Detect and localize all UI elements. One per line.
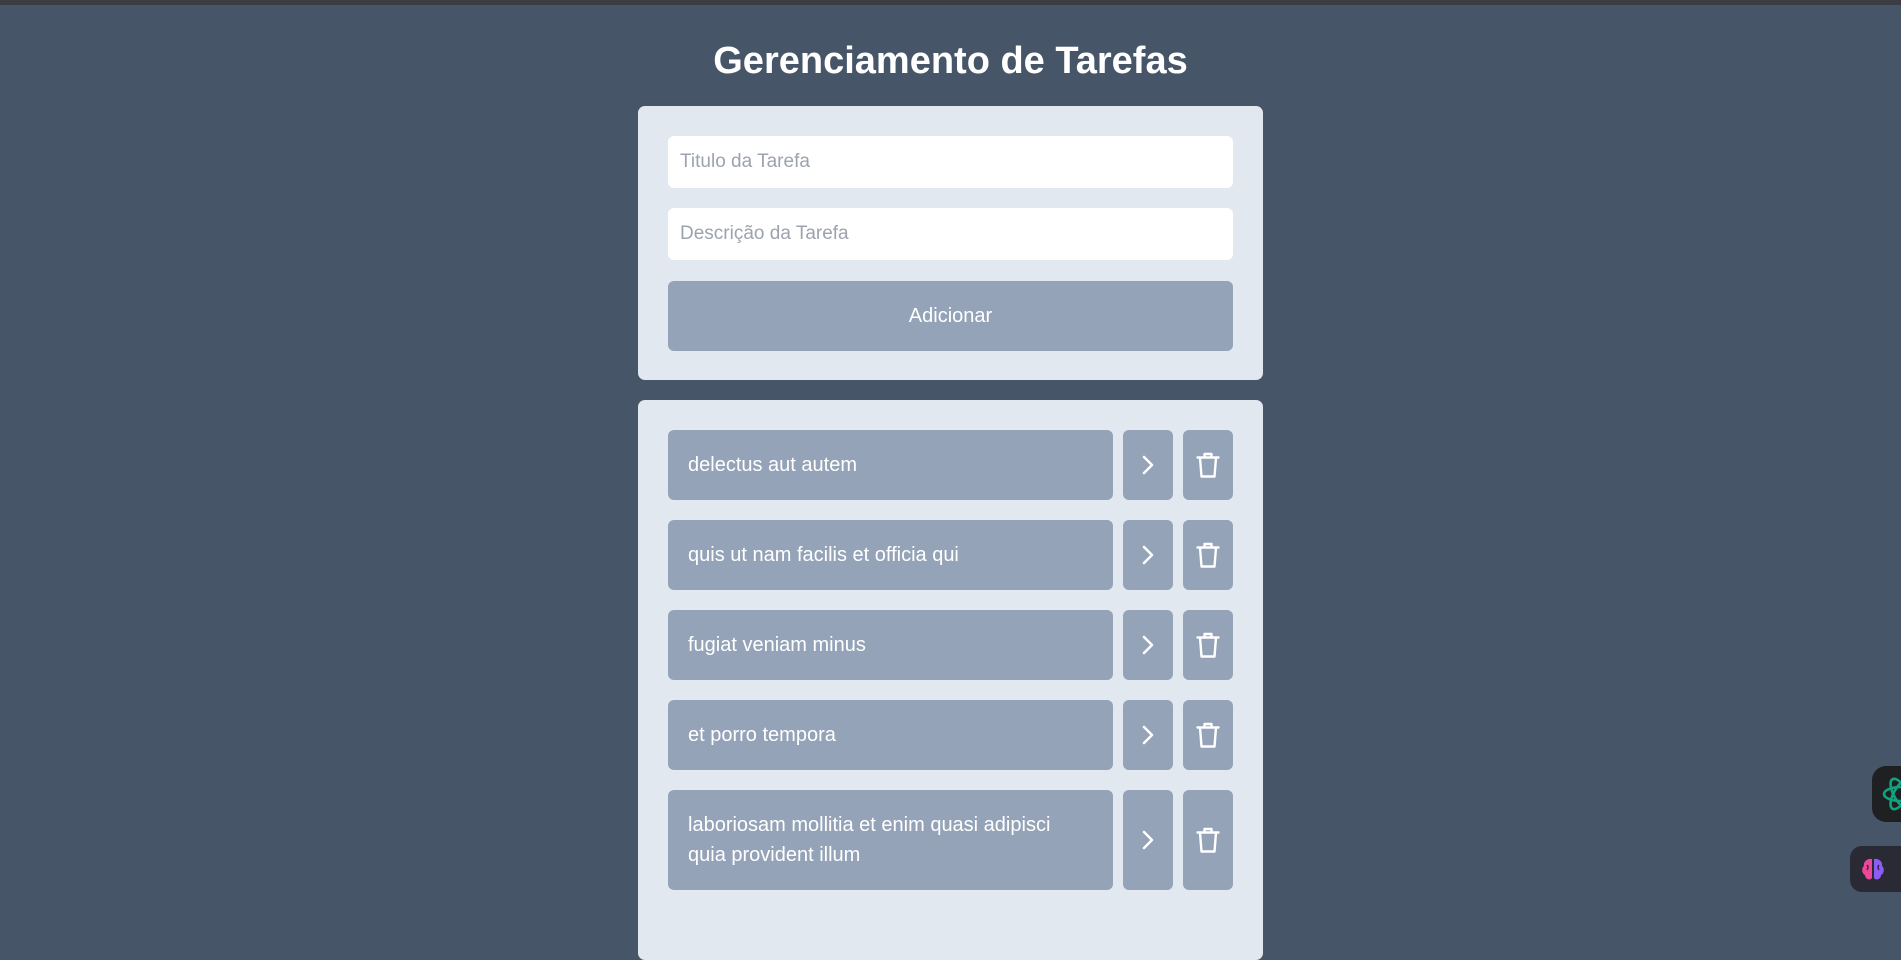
task-row: quis ut nam facilis et officia qui	[668, 520, 1233, 590]
task-row: et porro tempora	[668, 700, 1233, 770]
add-task-button[interactable]: Adicionar	[668, 281, 1233, 351]
trash-icon	[1196, 542, 1220, 568]
task-row: laboriosam mollitia et enim quasi adipis…	[668, 790, 1233, 890]
trash-icon	[1196, 452, 1220, 478]
task-description-input[interactable]	[668, 208, 1233, 260]
brain-icon	[1862, 858, 1884, 880]
open-task-button[interactable]	[1123, 520, 1173, 590]
app-container: Gerenciamento de Tarefas Adicionar delec…	[0, 0, 1901, 960]
task-title[interactable]: laboriosam mollitia et enim quasi adipis…	[668, 790, 1113, 890]
brain-extension-button[interactable]	[1850, 846, 1901, 892]
chevron-right-icon	[1142, 725, 1154, 745]
open-task-button[interactable]	[1123, 430, 1173, 500]
open-task-button[interactable]	[1123, 610, 1173, 680]
open-task-button[interactable]	[1123, 790, 1173, 890]
task-form-card: Adicionar	[638, 106, 1263, 380]
ai-assistant-icon	[1882, 777, 1901, 811]
task-title[interactable]: fugiat veniam minus	[668, 610, 1113, 680]
delete-task-button[interactable]	[1183, 700, 1233, 770]
trash-icon	[1196, 722, 1220, 748]
delete-task-button[interactable]	[1183, 790, 1233, 890]
chevron-right-icon	[1142, 545, 1154, 565]
trash-icon	[1196, 632, 1220, 658]
open-task-button[interactable]	[1123, 700, 1173, 770]
task-title-input[interactable]	[668, 136, 1233, 188]
ai-assistant-button[interactable]	[1872, 766, 1901, 822]
page-title: Gerenciamento de Tarefas	[713, 40, 1188, 82]
trash-icon	[1196, 827, 1220, 853]
task-title[interactable]: quis ut nam facilis et officia qui	[668, 520, 1113, 590]
task-title[interactable]: et porro tempora	[668, 700, 1113, 770]
task-row: delectus aut autem	[668, 430, 1233, 500]
delete-task-button[interactable]	[1183, 430, 1233, 500]
chevron-right-icon	[1142, 455, 1154, 475]
delete-task-button[interactable]	[1183, 610, 1233, 680]
delete-task-button[interactable]	[1183, 520, 1233, 590]
chevron-right-icon	[1142, 635, 1154, 655]
task-list-card: delectus aut autem quis ut nam facilis e…	[638, 400, 1263, 960]
task-title[interactable]: delectus aut autem	[668, 430, 1113, 500]
task-row: fugiat veniam minus	[668, 610, 1233, 680]
chevron-right-icon	[1142, 830, 1154, 850]
